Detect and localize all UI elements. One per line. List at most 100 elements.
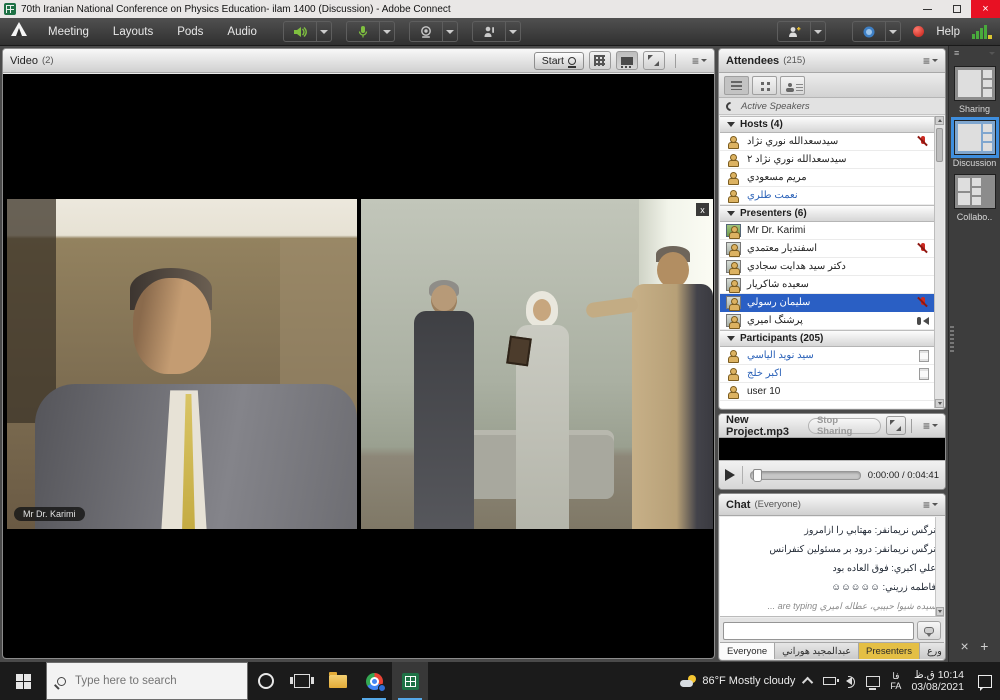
close-button[interactable]: × xyxy=(971,0,1000,18)
webcam-dropdown[interactable] xyxy=(443,21,458,42)
attendee-row[interactable]: پرشنگ اميري xyxy=(720,312,934,330)
menu-pods[interactable]: Pods xyxy=(165,26,215,38)
stop-sharing-button[interactable]: Stop Sharing xyxy=(808,418,881,434)
recording-indicator-icon[interactable] xyxy=(913,26,924,37)
connection-strength-icon[interactable] xyxy=(972,25,992,39)
chat-tab-private-2[interactable]: تهمينه ورع xyxy=(920,643,946,659)
webcam-button[interactable] xyxy=(409,21,443,42)
task-view-button[interactable] xyxy=(284,662,320,700)
attendee-row[interactable]: دكتر سيد هدايت سجادي xyxy=(720,258,934,276)
scrollbar-thumb[interactable] xyxy=(936,128,943,162)
layout-collaboration[interactable]: Collabo.. xyxy=(952,174,998,222)
connection-info-button[interactable] xyxy=(852,21,886,42)
list-view-button[interactable] xyxy=(724,76,749,95)
seek-slider-thumb[interactable] xyxy=(753,469,762,482)
microphone-icon xyxy=(356,25,370,39)
raise-hand-dropdown[interactable] xyxy=(506,21,521,42)
action-center-icon[interactable] xyxy=(978,675,992,688)
participants-section-header[interactable]: Participants (205) xyxy=(720,330,934,347)
microphone-dropdown[interactable] xyxy=(380,21,395,42)
close-layouts-button[interactable]: × xyxy=(961,638,969,654)
chat-scrollbar[interactable] xyxy=(935,517,944,616)
presenters-section-header[interactable]: Presenters (6) xyxy=(720,205,934,222)
layout-discussion-selected[interactable]: Discussion xyxy=(952,120,998,168)
status-dropdown[interactable] xyxy=(811,21,826,42)
attendee-row[interactable]: سيدسعدالله نوري نژاد xyxy=(720,133,934,151)
tray-overflow-icon[interactable] xyxy=(802,677,813,688)
maximize-button[interactable] xyxy=(942,0,971,18)
scroll-down-icon[interactable] xyxy=(936,607,944,616)
participants-label: Participants (205) xyxy=(740,333,823,344)
chat-input[interactable] xyxy=(723,622,914,640)
attendee-name: اكبر خلج xyxy=(747,368,782,379)
attendee-row[interactable]: مريم مسعودي xyxy=(720,169,934,187)
menu-layouts[interactable]: Layouts xyxy=(101,26,165,38)
status-view-button[interactable] xyxy=(780,76,805,95)
connection-info-dropdown[interactable] xyxy=(886,21,901,42)
audio-pod-menu[interactable]: ≡ xyxy=(923,419,938,433)
attendee-row[interactable]: سيدسعدالله نوري نژاد ۲ xyxy=(720,151,934,169)
file-explorer-button[interactable] xyxy=(320,662,356,700)
cortana-button[interactable] xyxy=(248,662,284,700)
raise-hand-button[interactable] xyxy=(472,21,506,42)
attendee-row[interactable]: سعيده شاكريار xyxy=(720,276,934,294)
menu-audio[interactable]: Audio xyxy=(215,26,268,38)
layouts-caret-icon[interactable] xyxy=(989,52,995,55)
start-webcam-button[interactable]: Start xyxy=(534,52,584,70)
seek-slider[interactable] xyxy=(750,471,861,480)
taskbar-search[interactable] xyxy=(46,662,248,700)
close-video-button[interactable]: x xyxy=(696,203,709,216)
minimize-button[interactable] xyxy=(913,0,942,18)
send-message-button[interactable] xyxy=(917,621,941,640)
scroll-up-icon[interactable] xyxy=(935,116,944,125)
search-input[interactable] xyxy=(75,675,225,687)
microphone-button[interactable] xyxy=(346,21,380,42)
filmstrip-view-button[interactable] xyxy=(616,51,638,70)
layouts-menu-icon[interactable]: ≡ xyxy=(954,48,959,58)
start-button[interactable] xyxy=(0,662,46,700)
attendees-pod-menu[interactable]: ≡ xyxy=(923,54,938,68)
sidebar-resize-grip[interactable] xyxy=(950,326,954,352)
layout-sharing[interactable]: Sharing xyxy=(952,66,998,114)
chat-pod-menu[interactable]: ≡ xyxy=(923,498,938,512)
speaker-button[interactable] xyxy=(283,21,317,42)
set-status-button[interactable] xyxy=(777,21,811,42)
scroll-down-icon[interactable] xyxy=(935,399,944,408)
hosts-section-header[interactable]: Hosts (4) xyxy=(720,116,934,133)
active-speakers-bar[interactable]: Active Speakers xyxy=(719,98,945,115)
fullscreen-button[interactable] xyxy=(643,51,665,70)
attendee-row[interactable]: اسفنديار معتمدي xyxy=(720,240,934,258)
taskbar-clock[interactable]: 10:14 ق.ظ 03/08/2021 xyxy=(911,669,964,693)
attendees-scrollbar[interactable] xyxy=(934,116,944,408)
layout-discussion-thumbnail xyxy=(954,120,996,155)
attendee-name: سعيده شاكريار xyxy=(747,279,809,290)
menu-meeting[interactable]: Meeting xyxy=(36,26,101,38)
attendee-row[interactable]: user 10 xyxy=(720,383,934,401)
chat-tab-private-1[interactable]: عبدالمجيد هوراني xyxy=(775,643,859,659)
attendee-row[interactable]: Mr Dr. Karimi xyxy=(720,222,934,240)
breakout-view-button[interactable] xyxy=(752,76,777,95)
speaker-dropdown[interactable] xyxy=(317,21,332,42)
chat-tab-presenters[interactable]: Presenters xyxy=(859,643,920,659)
cortana-icon xyxy=(258,673,274,689)
battery-icon[interactable] xyxy=(823,677,836,685)
audio-fullscreen-button[interactable] xyxy=(886,416,906,435)
grid-view-button[interactable] xyxy=(589,51,611,70)
collapse-icon xyxy=(727,211,735,216)
attendee-row[interactable]: اكبر خلج xyxy=(720,365,934,383)
connect-app-button[interactable] xyxy=(392,662,428,700)
weather-widget[interactable]: 86°F Mostly cloudy xyxy=(680,675,795,687)
attendees-count: (215) xyxy=(783,55,805,66)
attendee-row[interactable]: سيد نويد الياسي xyxy=(720,347,934,365)
network-icon[interactable] xyxy=(866,676,880,687)
add-layout-button[interactable]: + xyxy=(980,638,988,654)
attendee-row[interactable]: نعمت طلري xyxy=(720,187,934,205)
volume-icon[interactable] xyxy=(846,677,852,685)
attendee-row-selected[interactable]: سليمان رسولي xyxy=(720,294,934,312)
play-button[interactable] xyxy=(725,469,735,481)
chat-tab-everyone[interactable]: Everyone xyxy=(720,643,775,659)
language-indicator[interactable]: فا FA xyxy=(890,671,901,691)
chrome-button[interactable] xyxy=(356,662,392,700)
help-menu[interactable]: Help xyxy=(936,26,960,38)
video-pod-menu[interactable]: ≡ xyxy=(692,54,707,68)
